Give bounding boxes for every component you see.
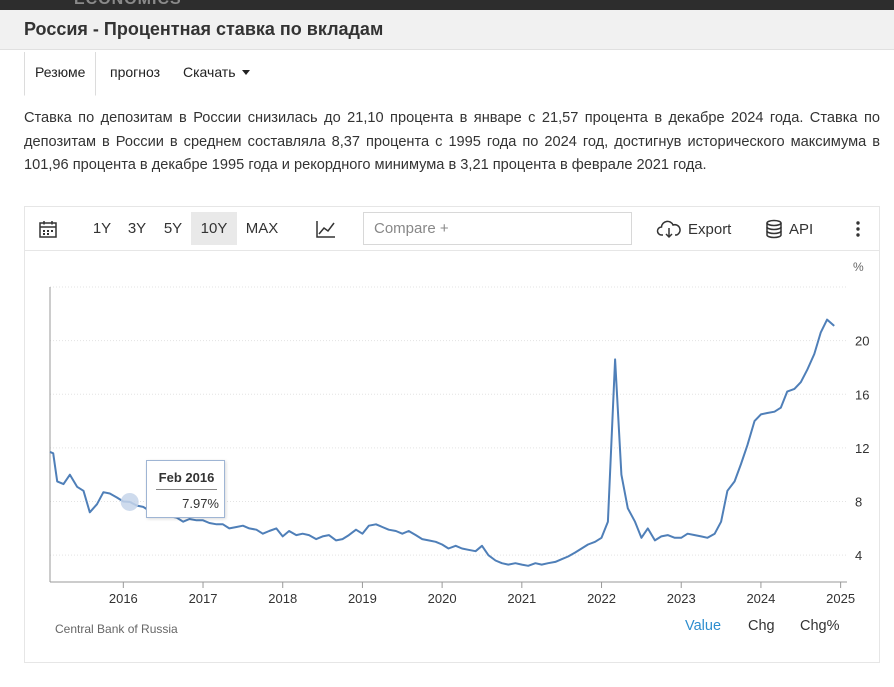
y-tick-label: 4 (855, 548, 862, 563)
top-navigation-bar: ECONOMICS (0, 0, 894, 10)
summary-description: Ставка по депозитам в России снизилась д… (24, 110, 880, 173)
tooltip-value: 7.97% (182, 496, 219, 511)
highlighted-data-point (120, 492, 139, 511)
y-tick-label: 12 (855, 441, 869, 456)
data-source[interactable]: Central Bank of Russia (55, 622, 178, 636)
x-tick-label: 2021 (507, 591, 536, 606)
value-button[interactable]: Value (685, 618, 721, 634)
caret-down-icon (241, 69, 250, 75)
y-tick-label: 16 (855, 387, 869, 402)
x-tick-label: 2016 (109, 591, 138, 606)
title-bar: Россия - Процентная ставка по вкладам (0, 10, 894, 50)
x-tick-label: 2017 (189, 591, 218, 606)
tab-download-dropdown[interactable]: Скачать (183, 52, 250, 96)
page-title: Россия - Процентная ставка по вкладам (24, 19, 384, 39)
x-tick-label: 2018 (268, 591, 297, 606)
tab-download-label: Скачать (183, 64, 236, 80)
chart-container: 1Y 3Y 5Y 10Y MAX Export API (24, 206, 880, 663)
tab-summary[interactable]: Резюме (24, 52, 97, 96)
y-tick-label: 8 (855, 495, 862, 510)
x-tick-label: 2019 (348, 591, 377, 606)
y-unit-label: % (853, 260, 864, 274)
chg-button[interactable]: Chg (748, 618, 775, 634)
x-tick-label: 2022 (587, 591, 616, 606)
chart-tooltip: Feb 2016 7.97% (146, 460, 225, 518)
y-tick-label: 20 (855, 334, 869, 349)
data-series-line (49, 318, 835, 567)
x-tick-label: 2024 (746, 591, 775, 606)
brand-logo[interactable]: ECONOMICS (74, 0, 182, 9)
chg-percent-button[interactable]: Chg% (800, 618, 840, 634)
content-tabs: Резюме прогноз Скачать (24, 52, 894, 96)
x-tick-label: 2020 (428, 591, 457, 606)
x-tick-label: 2023 (667, 591, 696, 606)
tab-forecast[interactable]: прогноз (110, 52, 160, 96)
tooltip-divider (156, 489, 217, 490)
tooltip-date: Feb 2016 (158, 470, 215, 485)
chart-plot[interactable]: 4 8 12 16 20% 2016 2017 2018 2019 2020 2021 2022 202… (25, 207, 879, 607)
x-tick-label: 2025 (826, 591, 855, 606)
